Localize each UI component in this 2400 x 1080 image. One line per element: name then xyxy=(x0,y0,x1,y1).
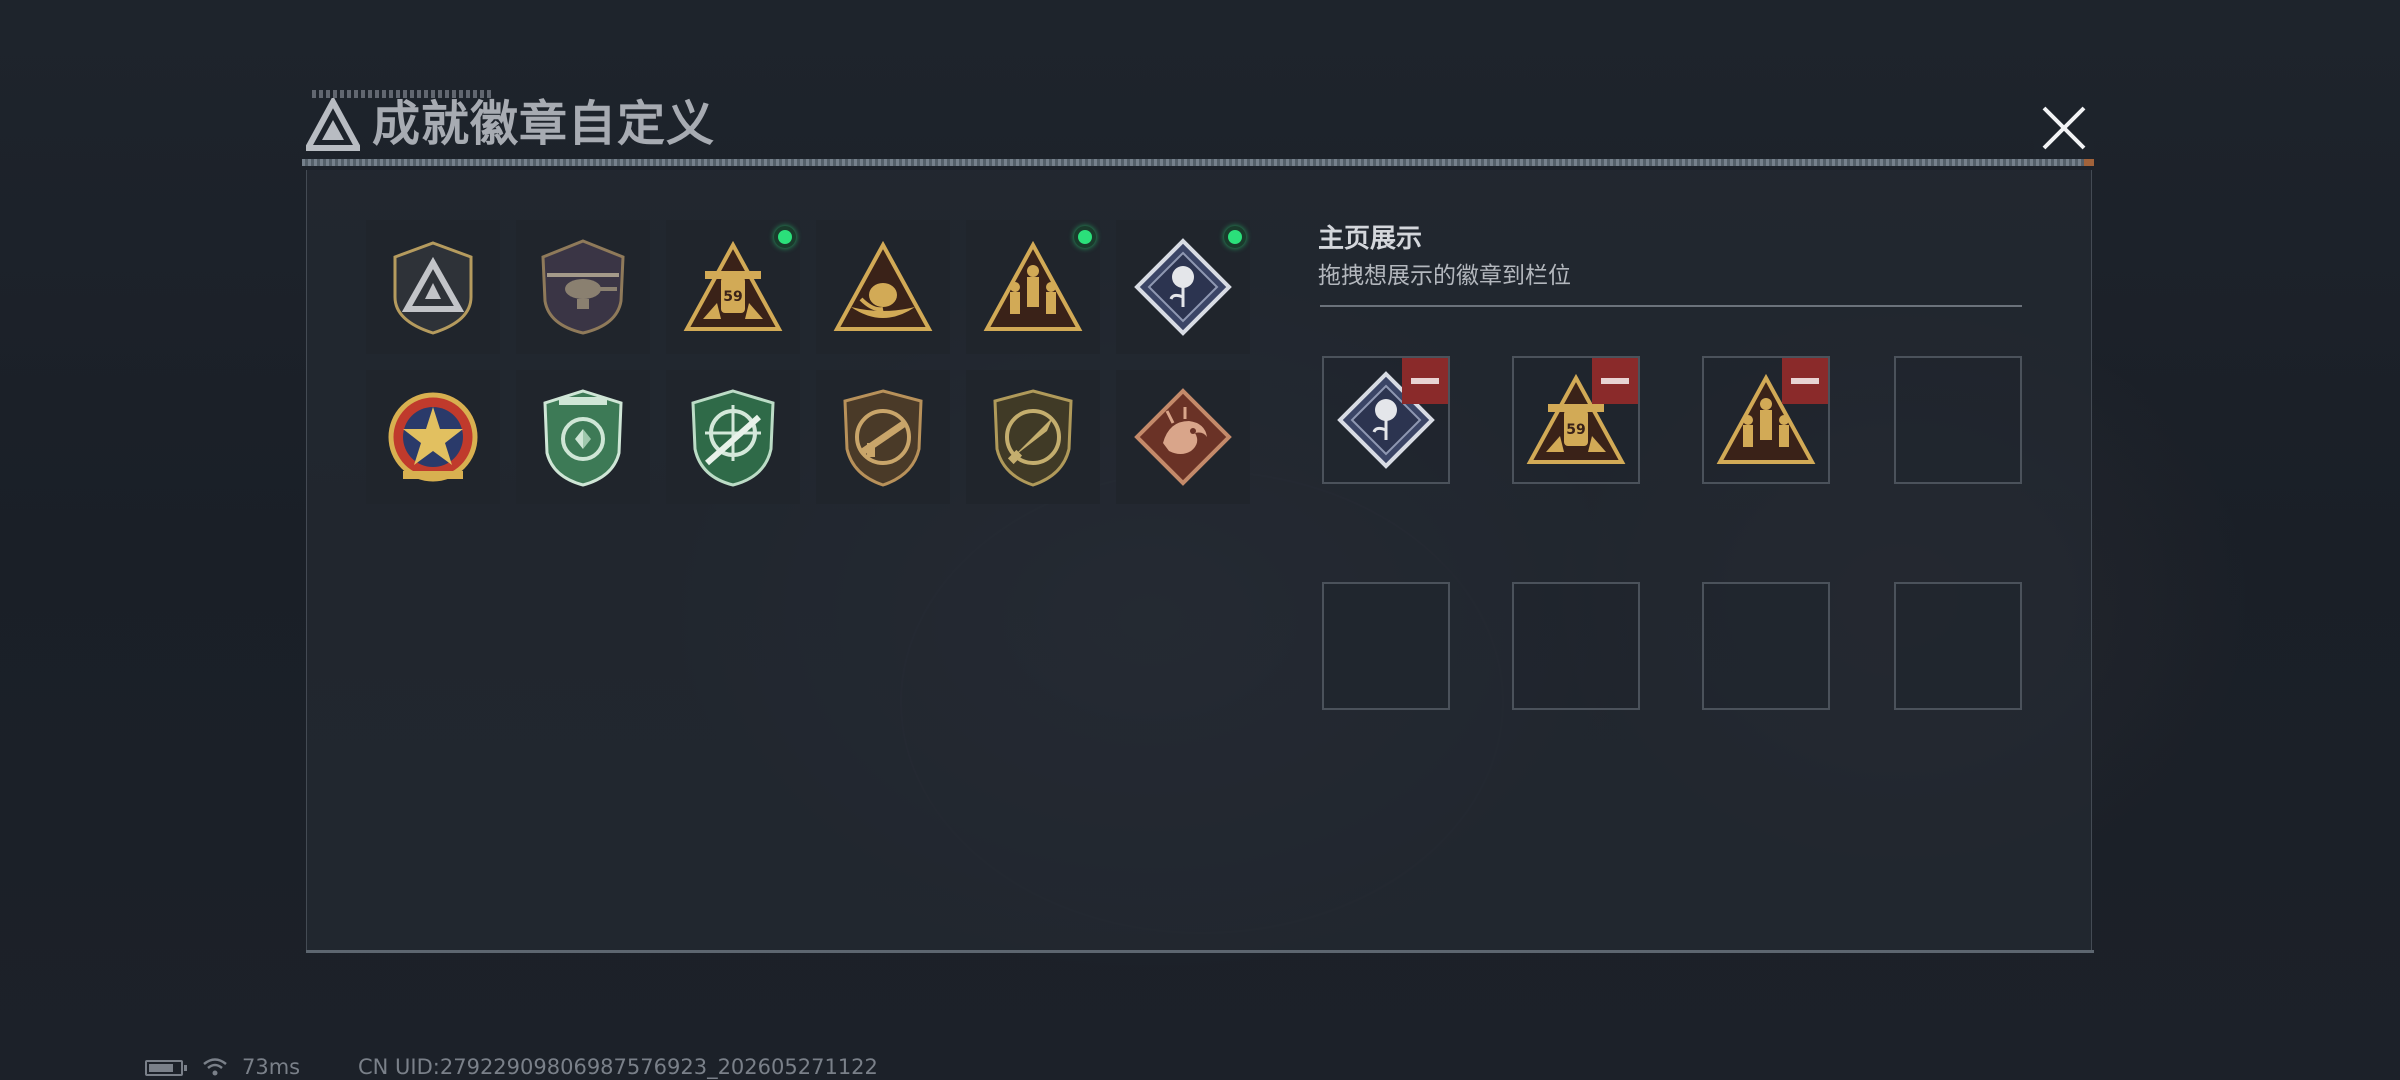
svg-text:59: 59 xyxy=(723,289,742,305)
bronze-rifle-shield-badge-icon xyxy=(843,389,923,487)
red-star-medal-badge-icon xyxy=(388,392,478,482)
wifi-icon xyxy=(203,1058,227,1076)
status-bar: 73ms CN UID:27922909806987576923_2026052… xyxy=(0,1054,2400,1080)
badge-cell[interactable] xyxy=(816,220,950,354)
dragon-diamond-badge-icon xyxy=(1134,388,1232,486)
showcase-divider xyxy=(1320,305,2022,307)
showcase-slot-5[interactable] xyxy=(1322,582,1450,710)
badge-cell[interactable] xyxy=(666,370,800,504)
badge-cell[interactable] xyxy=(966,370,1100,504)
remove-badge-button[interactable] xyxy=(1782,358,1828,404)
green-crosshair-rifle-badge-icon xyxy=(691,389,775,487)
equipped-indicator xyxy=(1074,226,1096,248)
close-icon[interactable] xyxy=(2034,98,2094,158)
badge-cell[interactable] xyxy=(366,370,500,504)
badge-cell[interactable] xyxy=(966,220,1100,354)
gold-triangle-soldiers-badge-icon xyxy=(983,240,1083,331)
showcase-slot-3[interactable] xyxy=(1702,356,1830,484)
rose-diamond-badge-icon xyxy=(1134,238,1232,336)
remove-badge-button[interactable] xyxy=(1592,358,1638,404)
showcase-slot-6[interactable] xyxy=(1512,582,1640,710)
triangle-shield-badge-icon xyxy=(393,241,473,335)
badge-cell[interactable] xyxy=(366,220,500,354)
badge-cell[interactable] xyxy=(1116,220,1250,354)
showcase-slot-2[interactable]: 59 xyxy=(1512,356,1640,484)
showcase-slot-8[interactable] xyxy=(1894,582,2022,710)
showcase-slot-4[interactable] xyxy=(1894,356,2022,484)
gold-triangle-59-badge-icon: 59 xyxy=(683,240,783,331)
badge-cell[interactable] xyxy=(516,370,650,504)
dialog-title: 成就徽章自定义 xyxy=(372,96,716,152)
bronze-knife-shield-badge-icon xyxy=(993,389,1073,487)
user-uid: CN UID:27922909806987576923_202605271122 xyxy=(358,1055,878,1079)
gold-triangle-hands-badge-icon xyxy=(833,240,933,331)
equipped-indicator xyxy=(1224,226,1246,248)
triangle-a-logo-icon xyxy=(306,98,360,151)
showcase-slot-1[interactable] xyxy=(1322,356,1450,484)
badge-cell[interactable] xyxy=(516,220,650,354)
badge-cell[interactable] xyxy=(816,370,950,504)
showcase-title: 主页展示 xyxy=(1318,224,1423,254)
battery-icon xyxy=(145,1060,187,1076)
dialog-header: 成就徽章自定义 xyxy=(296,90,2094,160)
header-divider xyxy=(302,159,2094,166)
green-shield-arrows-badge-icon xyxy=(543,389,623,487)
badge-cell[interactable]: 59 xyxy=(666,220,800,354)
remove-badge-button[interactable] xyxy=(1402,358,1448,404)
showcase-slot-7[interactable] xyxy=(1702,582,1830,710)
showcase-subtitle: 拖拽想展示的徽章到栏位 xyxy=(1318,263,1571,289)
panel-bottom-border xyxy=(306,950,2094,953)
equipped-indicator xyxy=(774,226,796,248)
ping-readout: 73ms xyxy=(242,1055,301,1079)
badge-cell[interactable] xyxy=(1116,370,1250,504)
helicopter-shield-badge-icon xyxy=(541,239,625,335)
svg-text:59: 59 xyxy=(1566,422,1585,438)
